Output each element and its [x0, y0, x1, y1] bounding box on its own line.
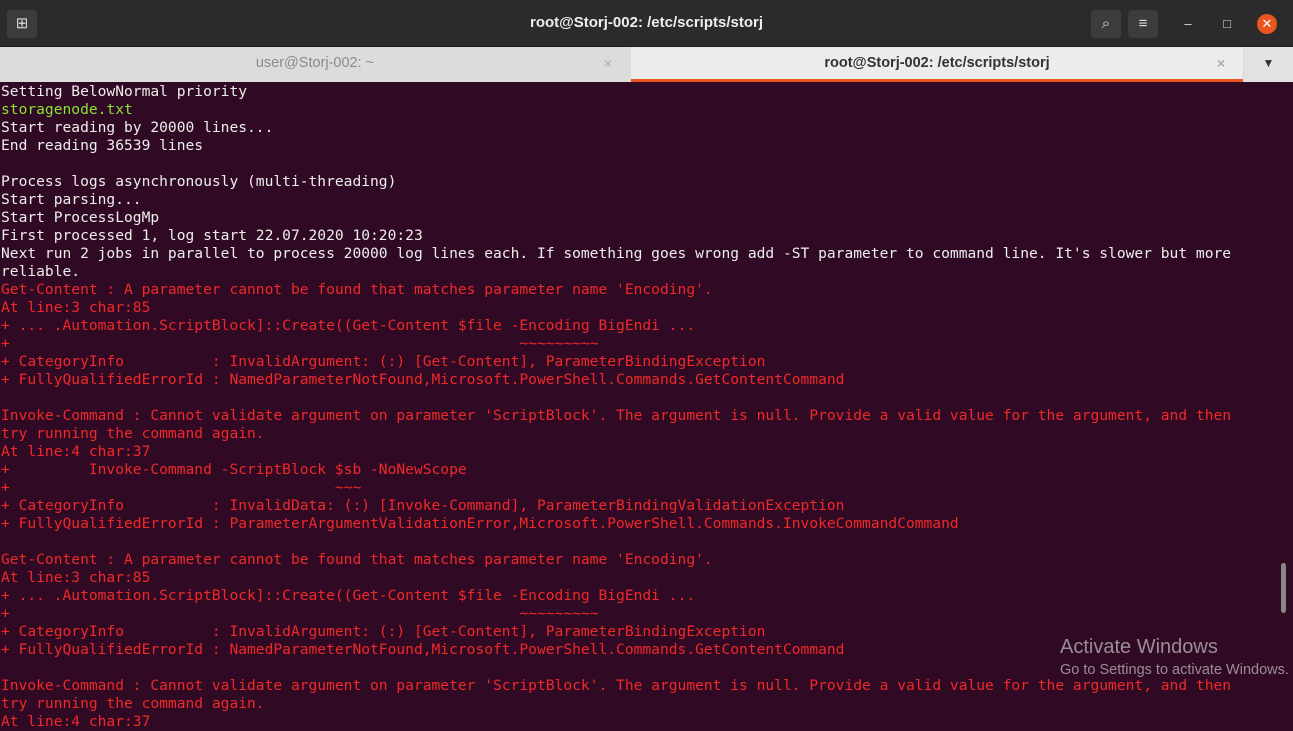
- terminal-line: Start reading by 20000 lines...: [1, 119, 274, 136]
- tab-close-icon[interactable]: ×: [604, 47, 612, 79]
- title-bar: ⊞ root@Storj-002: /etc/scripts/storj ⌕ ≡…: [0, 0, 1293, 47]
- tab-close-icon[interactable]: ×: [1217, 47, 1225, 79]
- terminal-line: + CategoryInfo : InvalidData: (:) [Invok…: [1, 497, 845, 514]
- terminal-line: Next run 2 jobs in parallel to process 2…: [1, 245, 1232, 262]
- terminal-line: Start parsing...: [1, 191, 142, 208]
- terminal-output[interactable]: Setting BelowNormal priority storagenode.…: [1, 83, 1271, 731]
- terminal-line: Setting BelowNormal priority: [1, 83, 248, 100]
- tab-label: user@Storj-002: ~: [255, 55, 375, 71]
- terminal-line: At line:4 char:37: [1, 713, 151, 730]
- tab-menu-chevron-icon[interactable]: ▼: [1244, 47, 1293, 82]
- close-window-icon[interactable]: ✕: [1257, 14, 1277, 34]
- terminal-line: + ~~~~~~~~~: [1, 605, 599, 622]
- tab-bar: user@Storj-002: ~ × root@Storj-002: /etc…: [0, 47, 1293, 82]
- terminal-line: Start ProcessLogMp: [1, 209, 160, 226]
- search-icon[interactable]: ⌕: [1091, 10, 1121, 38]
- terminal-line: Invoke-Command : Cannot validate argumen…: [1, 407, 1232, 424]
- terminal-line: At line:4 char:37: [1, 443, 151, 460]
- terminal-line: Get-Content : A parameter cannot be foun…: [1, 551, 713, 568]
- terminal-line: End reading 36539 lines: [1, 137, 204, 154]
- terminal-line: + FullyQualifiedErrorId : NamedParameter…: [1, 371, 845, 388]
- tab-label: root@Storj-002: /etc/scripts/storj: [824, 55, 1050, 71]
- terminal-line: At line:3 char:85: [1, 569, 151, 586]
- terminal-line: + ~~~: [1, 479, 362, 496]
- terminal-line: Get-Content : A parameter cannot be foun…: [1, 281, 713, 298]
- terminal-line: reliable.: [1, 263, 81, 280]
- watermark-title: Activate Windows: [1060, 636, 1218, 658]
- hamburger-menu-icon[interactable]: ≡: [1128, 10, 1158, 38]
- terminal-line: First processed 1, log start 22.07.2020 …: [1, 227, 423, 244]
- tab-user-home[interactable]: user@Storj-002: ~ ×: [0, 47, 630, 82]
- terminal-line: try running the command again.: [1, 695, 265, 712]
- terminal-line: + FullyQualifiedErrorId : ParameterArgum…: [1, 515, 959, 532]
- terminal-line: Invoke-Command : Cannot validate argumen…: [1, 677, 1232, 694]
- activate-windows-watermark: Activate Windows Go to Settings to activ…: [1060, 636, 1289, 678]
- tab-root-storj[interactable]: root@Storj-002: /etc/scripts/storj ×: [631, 47, 1243, 82]
- terminal-line: + Invoke-Command -ScriptBlock $sb -NoNew…: [1, 461, 467, 478]
- terminal-line: + ~~~~~~~~~: [1, 335, 599, 352]
- terminal-line: At line:3 char:85: [1, 299, 151, 316]
- terminal-line: try running the command again.: [1, 425, 265, 442]
- terminal-line: + ... .Automation.ScriptBlock]::Create((…: [1, 587, 696, 604]
- maximize-icon[interactable]: □: [1217, 14, 1237, 34]
- terminal-line: + CategoryInfo : InvalidArgument: (:) [G…: [1, 353, 766, 370]
- scrollbar[interactable]: [1281, 563, 1286, 613]
- terminal-line: Process logs asynchronously (multi-threa…: [1, 173, 397, 190]
- terminal-line: storagenode.txt: [1, 101, 133, 118]
- minimize-icon[interactable]: –: [1178, 14, 1198, 34]
- watermark-subtitle: Go to Settings to activate Windows.: [1060, 662, 1289, 678]
- terminal-line: + ... .Automation.ScriptBlock]::Create((…: [1, 317, 696, 334]
